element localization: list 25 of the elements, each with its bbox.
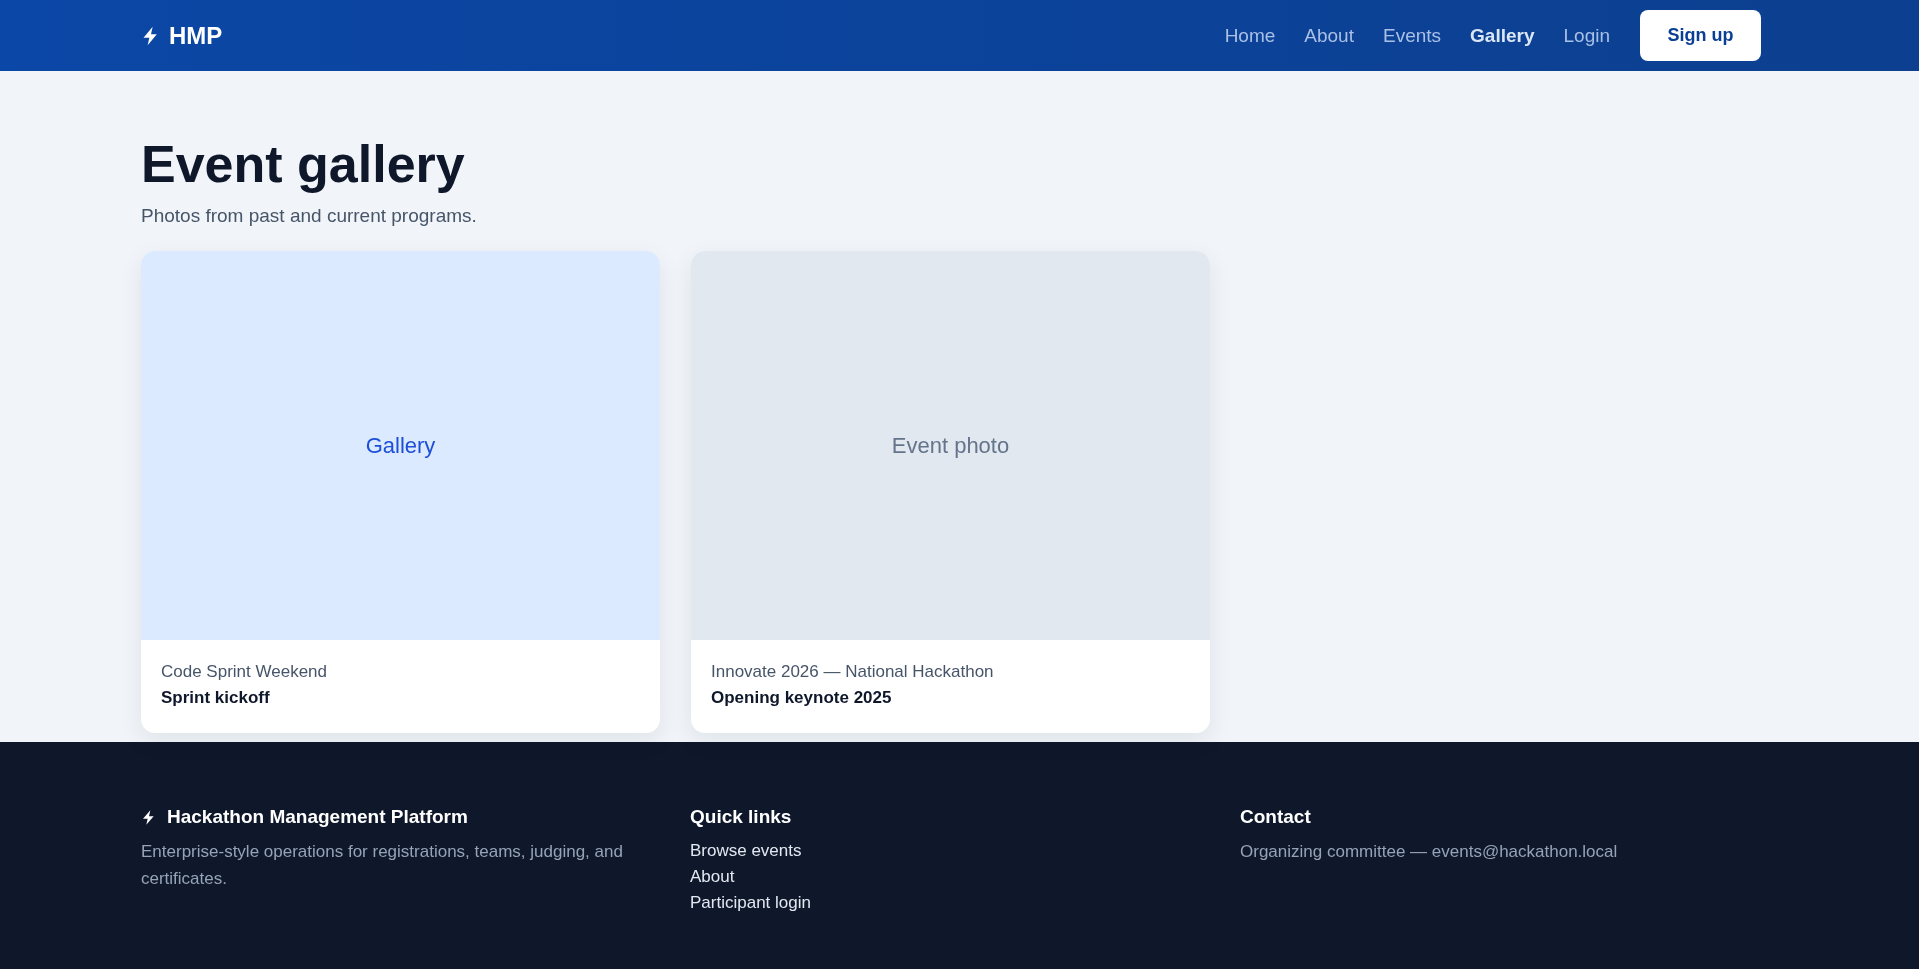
placeholder-label: Gallery [365, 432, 436, 459]
page-subtitle: Photos from past and current programs. [141, 205, 478, 228]
nav-link[interactable]: Login [1563, 24, 1610, 47]
event-name: Innovate 2026 — National Hackathon [711, 662, 995, 683]
gallery-card[interactable]: Event photo Innovate 2026 — National Hackathon Opening keynote 2025 [691, 251, 1210, 734]
placeholder-label: Event photo [891, 432, 1010, 459]
event-name: Code Sprint Weekend [161, 662, 328, 683]
signup-button[interactable]: Sign up [1640, 10, 1761, 61]
footer-heading: Hackathon Management Platform [167, 806, 468, 828]
page-title: Event gallery [141, 134, 466, 195]
photo-caption: Sprint kickoff [161, 688, 271, 709]
footer-description: Enterprise-style operations for registrations, teams, judging, and certificates. [141, 841, 624, 890]
footer-link[interactable]: About [690, 864, 811, 890]
footer-heading: Quick links [690, 806, 792, 828]
nav-link[interactable]: Events [1382, 24, 1442, 47]
footer-link[interactable]: Participant login [690, 890, 811, 916]
photo-caption: Opening keynote 2025 [711, 688, 893, 709]
nav-link[interactable]: About [1304, 24, 1354, 47]
contact-text: Organizing committee — events@hackathon.local [1240, 841, 1618, 863]
brand-logo[interactable]: HMP [169, 21, 223, 50]
footer-link[interactable]: Browse events [690, 838, 811, 864]
nav-link[interactable]: Gallery [1470, 24, 1535, 47]
nav-link[interactable]: Home [1224, 24, 1276, 47]
footer-heading: Contact [1240, 806, 1311, 828]
gallery-card[interactable]: Gallery Code Sprint Weekend Sprint kickoff [141, 251, 660, 734]
